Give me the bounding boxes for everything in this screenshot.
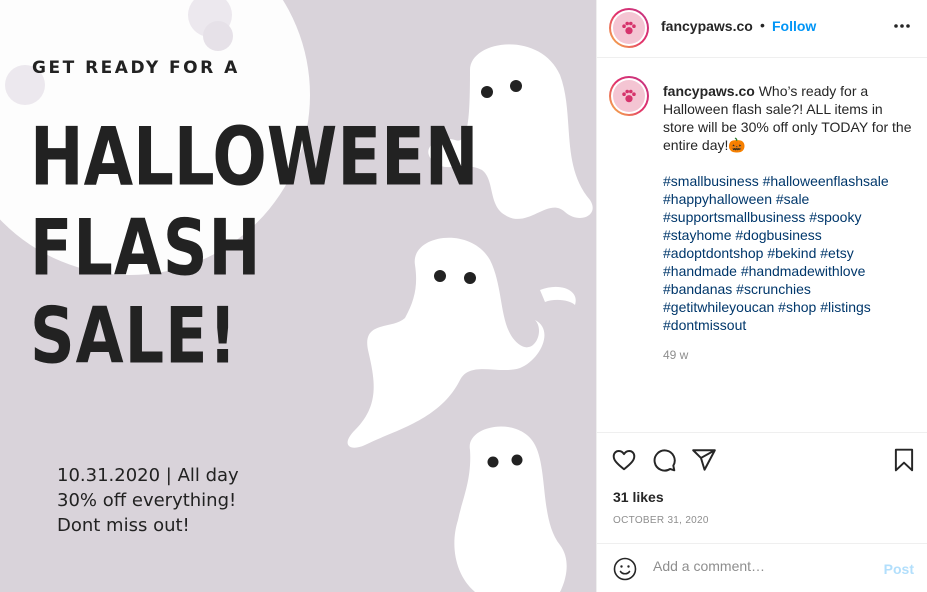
paw-icon (622, 89, 636, 103)
emoji-icon[interactable] (613, 557, 637, 581)
follow-button[interactable]: Follow (772, 18, 816, 34)
comment-icon[interactable] (651, 447, 677, 473)
bookmark-icon[interactable] (891, 447, 917, 473)
post-date[interactable]: OCTOBER 31, 2020 (613, 515, 709, 526)
hashtag-line[interactable]: #getitwhileyoucan #shop #listings (663, 298, 913, 316)
post-header: fancypaws.co • Follow (597, 0, 927, 58)
hashtag-list: #smallbusiness #halloweenflashsale #happ… (663, 172, 913, 334)
more-horizontal-icon[interactable] (892, 16, 912, 36)
caption-avatar[interactable] (609, 76, 649, 116)
post-button[interactable]: Post (884, 561, 914, 577)
hashtag-line[interactable]: #supportsmallbusiness #spooky (663, 208, 913, 226)
hashtag-line[interactable]: #adoptdontshop #bekind #etsy (663, 244, 913, 262)
caption-text: fancypaws.co Who’s ready for a Halloween… (663, 82, 913, 154)
heart-icon[interactable] (611, 447, 637, 473)
image-detail-offer: 30% off everything! (57, 490, 237, 511)
image-headline-line-3: SALE! (30, 290, 238, 382)
post-image[interactable]: GET READY FOR A HALLOWEEN FLASH SALE! 10… (0, 0, 596, 592)
hashtag-line[interactable]: #handmade #handmadewithlove (663, 262, 913, 280)
caption-age[interactable]: 49 w (663, 348, 688, 362)
hashtag-line[interactable]: #dontmissout (663, 316, 913, 334)
paw-icon (622, 21, 636, 35)
likes-count[interactable]: 31 likes (613, 489, 664, 505)
avatar[interactable] (609, 8, 649, 48)
header-separator: • (760, 17, 765, 33)
image-kicker: GET READY FOR A (32, 58, 240, 78)
image-detail-cta: Dont miss out! (57, 515, 190, 536)
comment-input[interactable] (653, 558, 873, 574)
hashtag-line[interactable]: #smallbusiness #halloweenflashsale (663, 172, 913, 190)
header-username[interactable]: fancypaws.co (661, 18, 753, 34)
action-bar: 31 likes OCTOBER 31, 2020 (597, 432, 927, 542)
hashtag-line[interactable]: #stayhome #dogbusiness (663, 226, 913, 244)
caption-username[interactable]: fancypaws.co (663, 83, 755, 99)
image-detail-date: 10.31.2020 | All day (57, 465, 239, 486)
image-headline-line-2: FLASH (30, 202, 262, 294)
post-sidebar: fancypaws.co • Follow fancypaws.co Who’s… (596, 0, 927, 592)
image-details: 10.31.2020 | All day 30% off everything!… (57, 463, 239, 538)
hashtag-line[interactable]: #happyhalloween #sale (663, 190, 913, 208)
share-icon[interactable] (691, 447, 717, 473)
image-headline-line-1: HALLOWEEN (30, 112, 479, 205)
hashtag-line[interactable]: #bandanas #scrunchies (663, 280, 913, 298)
comment-bar: Post (597, 543, 927, 592)
